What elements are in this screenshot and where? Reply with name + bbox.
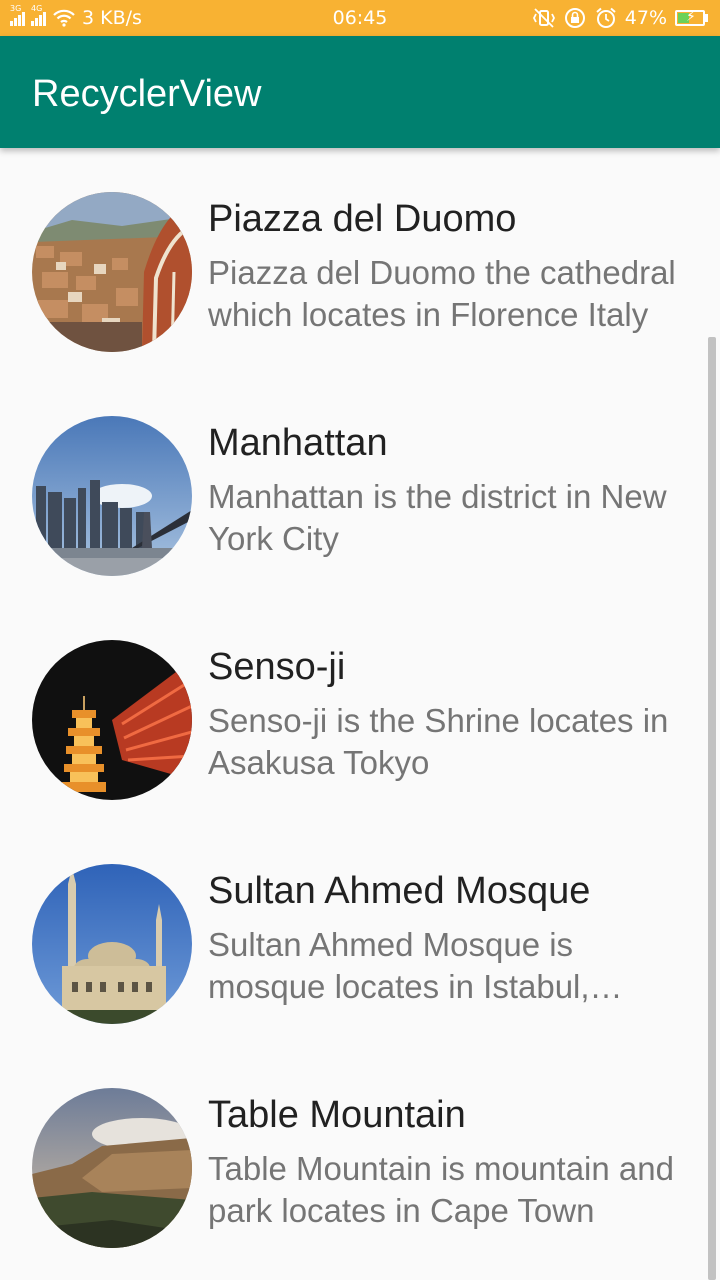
item-title: Manhattan xyxy=(208,422,388,464)
scrollbar[interactable] xyxy=(708,337,716,1280)
sultan-ahmed-mosque-photo xyxy=(32,864,192,1024)
table-mountain-photo xyxy=(32,1088,192,1248)
app-bar: RecyclerView xyxy=(0,36,720,148)
item-description: Senso-ji is the Shrine locates in Asakus… xyxy=(208,702,669,781)
list-item[interactable]: Sultan Ahmed Mosque Sultan Ahmed Mosque … xyxy=(0,832,720,1056)
piazza-del-duomo-photo xyxy=(32,192,192,352)
status-bar: 3G 4G 3 KB/s 06:45 47% ⚡ xyxy=(0,0,720,36)
list-item[interactable]: Manhattan Manhattan is the district in N… xyxy=(0,384,720,608)
rotation-lock-icon xyxy=(564,8,585,28)
item-title: Sultan Ahmed Mosque xyxy=(208,870,591,912)
item-title: Piazza del Duomo xyxy=(208,198,517,240)
manhattan-photo xyxy=(32,416,192,576)
item-description: Piazza del Duomo the cathedral which loc… xyxy=(208,254,676,333)
item-description: Manhattan is the district in New York Ci… xyxy=(208,478,667,557)
list-item[interactable]: Senso-ji Senso-ji is the Shrine locates … xyxy=(0,608,720,832)
item-title: Senso-ji xyxy=(208,646,346,688)
list-item[interactable]: Table Mountain Table Mountain is mountai… xyxy=(0,1056,720,1280)
item-description: Table Mountain is mountain and park loca… xyxy=(208,1150,674,1229)
senso-ji-photo xyxy=(32,640,192,800)
status-right: 47% ⚡ xyxy=(532,0,708,36)
item-description: Sultan Ahmed Mosque is mosque locates in… xyxy=(208,926,590,1005)
battery-percent: 47% xyxy=(624,7,667,29)
list-item[interactable]: Piazza del Duomo Piazza del Duomo the ca… xyxy=(0,160,720,384)
alarm-icon xyxy=(596,7,616,28)
battery-charging-icon: ⚡ xyxy=(675,9,708,26)
app-title: RecyclerView xyxy=(32,73,262,115)
item-title: Table Mountain xyxy=(208,1094,466,1136)
recycler-list[interactable]: Piazza del Duomo Piazza del Duomo the ca… xyxy=(0,160,720,1280)
vibrate-icon xyxy=(532,8,555,28)
